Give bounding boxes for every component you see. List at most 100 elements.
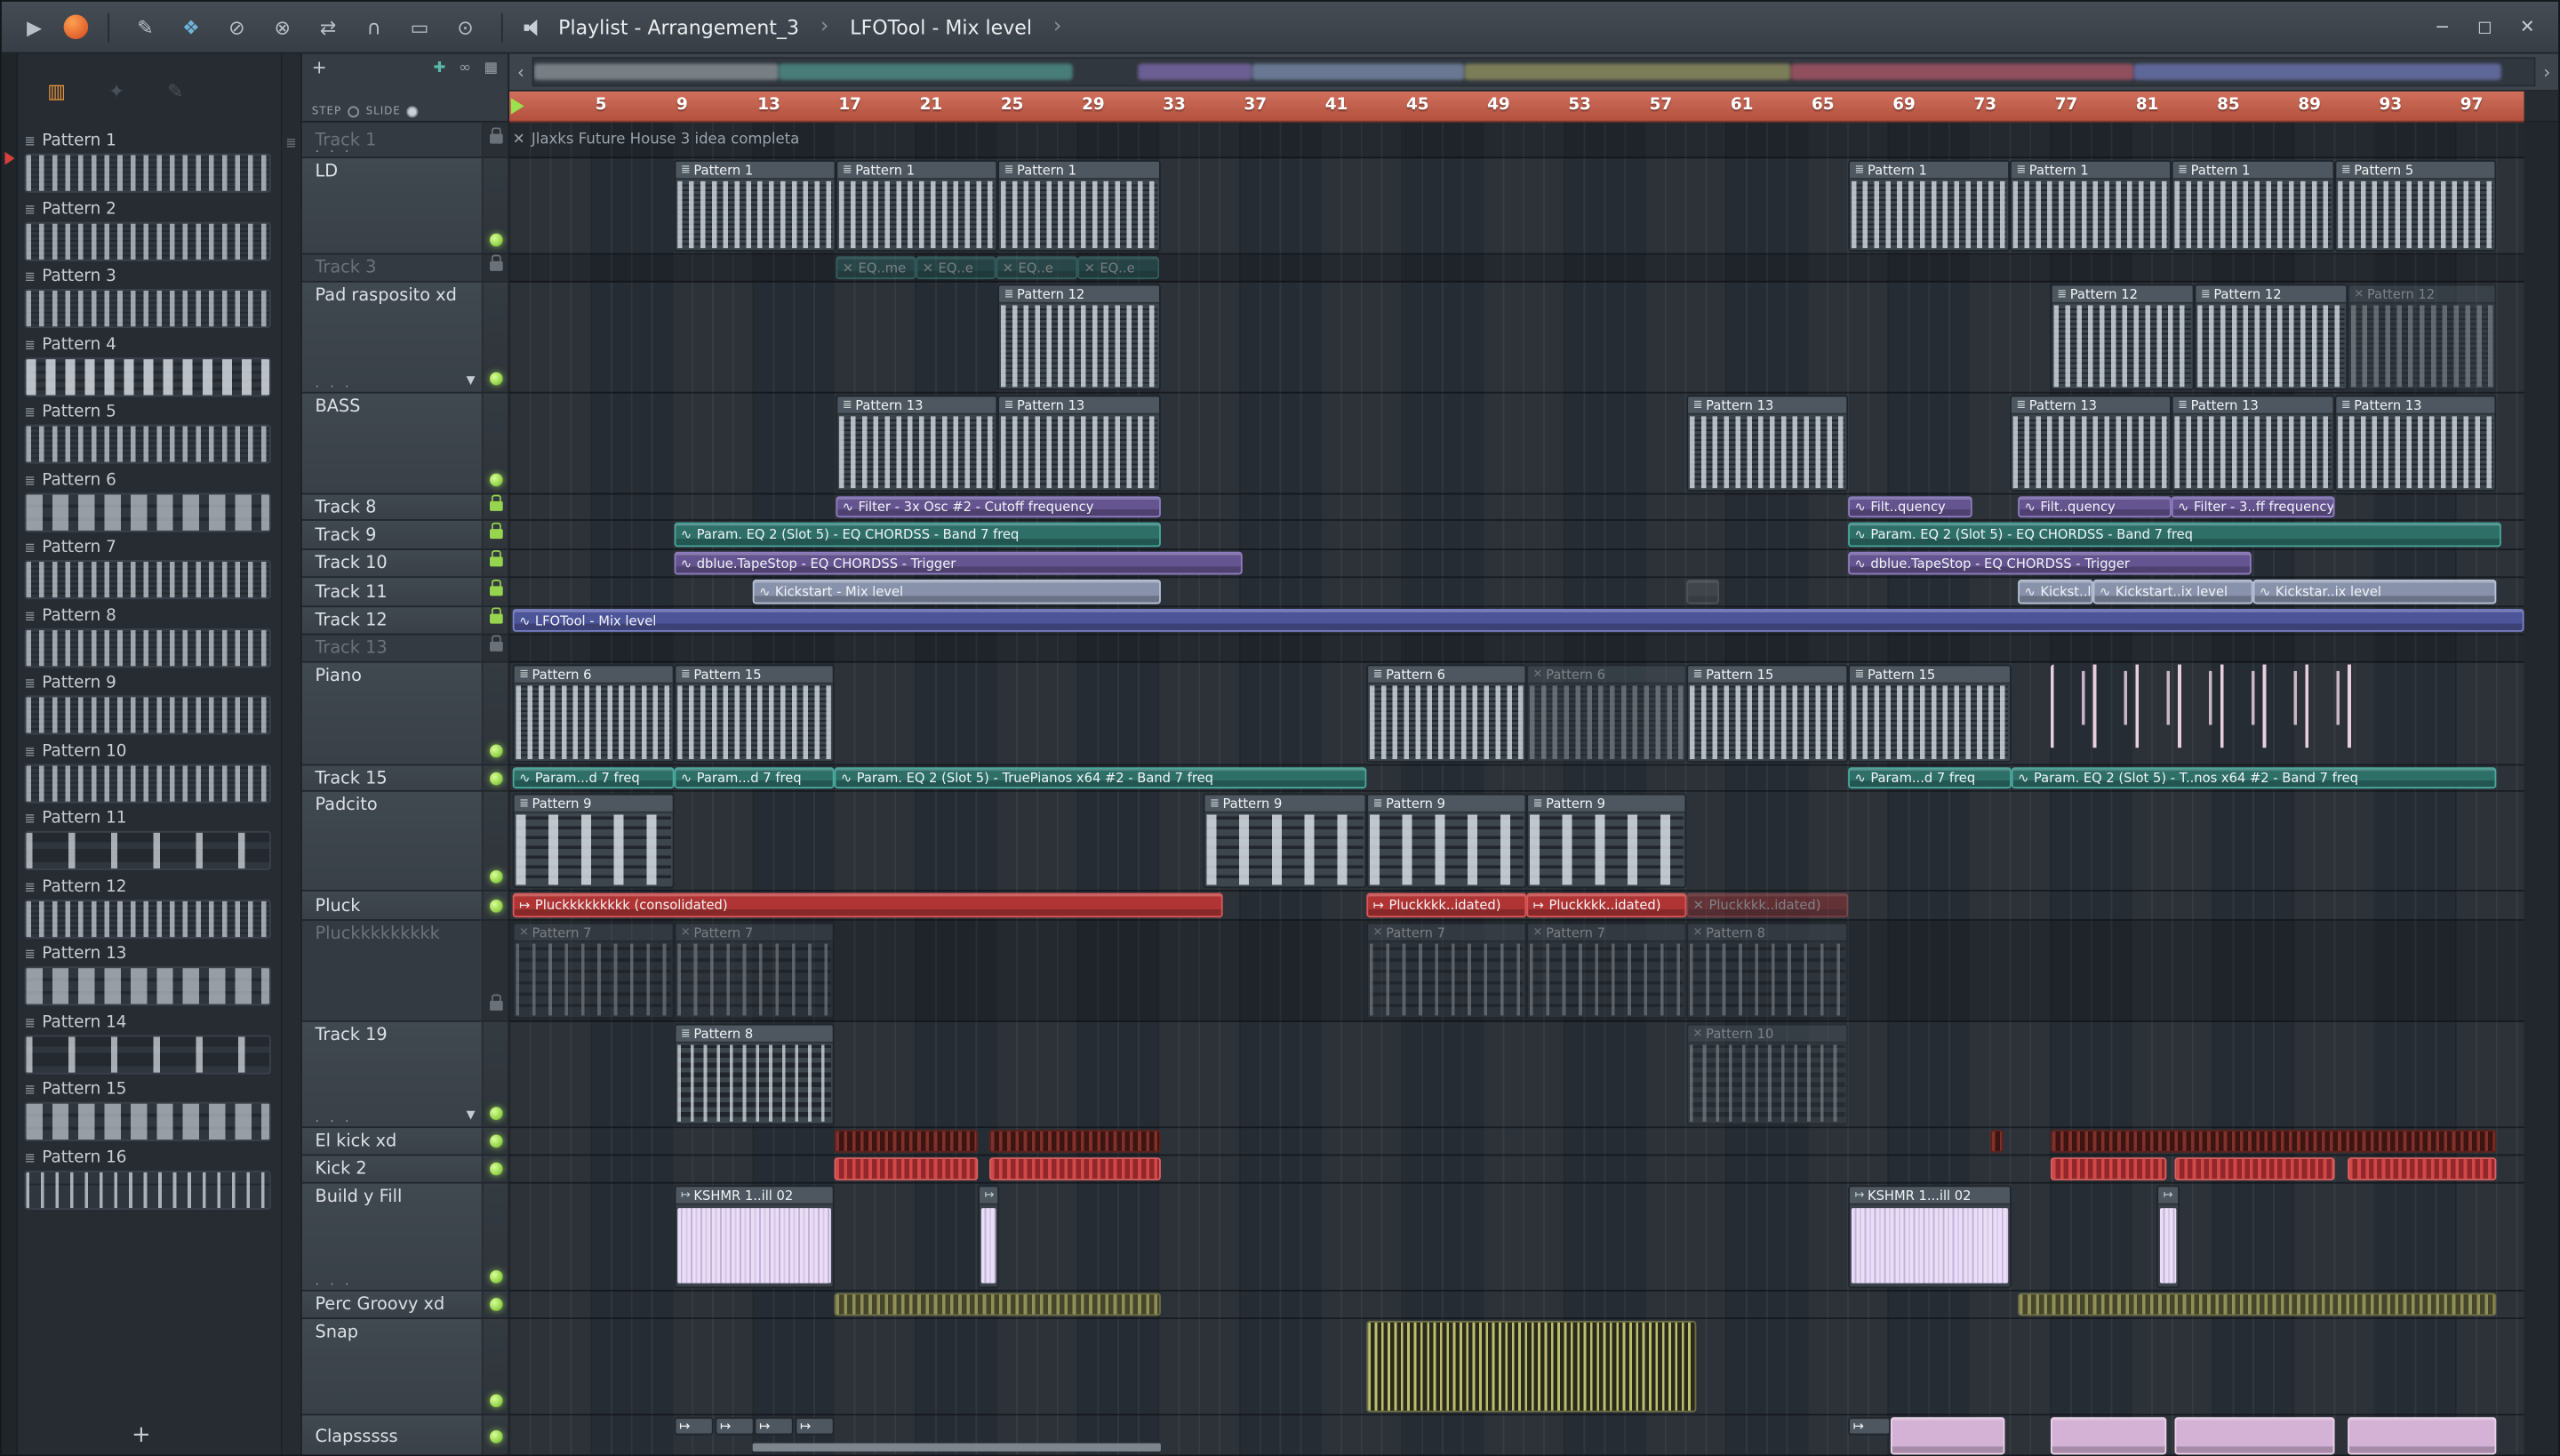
- playlist-lane[interactable]: ✕ Jlaxks Future House 3 idea completa: [509, 122, 2524, 159]
- pattern-clip[interactable]: ≣ Pattern 13: [1686, 395, 1849, 492]
- scrollbar-overview[interactable]: [532, 57, 2536, 87]
- automation-clip[interactable]: ∿ Filt..quency: [2018, 496, 2172, 518]
- tool-magnet-icon[interactable]: ∩: [357, 11, 390, 44]
- track-header[interactable]: Track 9: [301, 520, 508, 550]
- track-lock-icon[interactable]: [489, 521, 502, 539]
- audio-clip[interactable]: [834, 1157, 979, 1180]
- tool-delete-icon[interactable]: ⊘: [220, 11, 253, 44]
- automation-clip[interactable]: ∿ Param...d 7 freq: [512, 767, 675, 789]
- preview-speaker-icon[interactable]: [523, 15, 546, 38]
- picker-divider[interactable]: ≣: [282, 53, 302, 1455]
- add-pattern-button[interactable]: +: [132, 1422, 151, 1448]
- pattern-item[interactable]: ≣ Pattern 6: [18, 468, 281, 535]
- pattern-clip[interactable]: ≣ Pattern 1: [2009, 159, 2172, 252]
- playlist-lane[interactable]: ∿Kickstart - Mix level∿Kickst..level∿Kic…: [509, 578, 2524, 608]
- track-header[interactable]: Perc Groovy xd: [301, 1291, 508, 1320]
- playlist-lane[interactable]: ≣ Pattern 13 ≣ Pattern 13 ≣ Pattern 13 ≣ Patter…: [509, 394, 2524, 495]
- playlist-lane[interactable]: ✕ EQ..me ✕ EQ..e ✕ EQ..e ✕ EQ..e: [509, 254, 2524, 283]
- audio-clip[interactable]: [989, 1157, 1161, 1180]
- audio-clip[interactable]: ↦ Pluckkkk..idated): [1526, 892, 1687, 918]
- tool-paint-icon[interactable]: ❖: [175, 11, 208, 44]
- pattern-clip[interactable]: ✕ Pattern 7: [674, 922, 835, 1020]
- audio-clip[interactable]: [989, 1129, 1161, 1153]
- pattern-item[interactable]: ≣ Pattern 15: [18, 1077, 281, 1145]
- automation-clip[interactable]: ∿ LFOTool - Mix level: [512, 609, 2524, 632]
- audio-clip[interactable]: ✕ Pluckkkk..idated): [1686, 892, 1849, 918]
- track-header[interactable]: Pluck: [301, 891, 508, 921]
- track-lock-icon[interactable]: [489, 549, 502, 567]
- pattern-clip[interactable]: ✕ Pattern 7: [1526, 922, 1687, 1020]
- track-mute-led[interactable]: [489, 899, 502, 912]
- audio-clip[interactable]: ↦: [795, 1417, 835, 1436]
- playlist-grid[interactable]: ✕ Jlaxks Future House 3 idea completa ≣ Pat…: [509, 122, 2524, 1455]
- automation-clip[interactable]: ∿ Filter - 3..ff frequency: [2171, 496, 2335, 518]
- pattern-item[interactable]: ≣ Pattern 16: [18, 1145, 281, 1212]
- pattern-clip[interactable]: ≣ Pattern 9: [512, 793, 675, 889]
- track-mute-led[interactable]: [489, 1134, 502, 1148]
- automation-clip[interactable]: ∿ Filt..quency: [1848, 496, 1972, 518]
- automation-clip[interactable]: ∿ Param. EQ 2 (Slot 5) - TruePianos x64 #…: [834, 767, 1367, 789]
- pattern-item[interactable]: ≣ Pattern 11: [18, 806, 281, 874]
- pattern-item[interactable]: ≣ Pattern 13: [18, 942, 281, 1010]
- track-lock-icon[interactable]: [489, 254, 502, 271]
- track-header[interactable]: Piano: [301, 662, 508, 766]
- audio-clip[interactable]: ↦: [1848, 1417, 1891, 1436]
- pattern-clip[interactable]: ✕ Pattern 7: [512, 922, 675, 1020]
- playlist-lane[interactable]: ↦ KSHMR 1..ill 02 ↦ ↦ KSHMR 1...ill 02 ↦: [509, 1184, 2524, 1292]
- track-mute-led[interactable]: [489, 1429, 502, 1443]
- pattern-clip[interactable]: ✕ Pattern 7: [1366, 922, 1527, 1020]
- audio-clip[interactable]: ↦: [978, 1185, 1000, 1289]
- collapse-arrow-icon[interactable]: ▼: [467, 1108, 476, 1122]
- audio-clip[interactable]: ↦ KSHMR 1...ill 02: [1848, 1185, 2012, 1289]
- playlist-lane[interactable]: ≣ Pattern 8 ✕ Pattern 10: [509, 1022, 2524, 1129]
- pattern-clip[interactable]: [2050, 664, 2361, 763]
- pattern-clip[interactable]: ≣ Pattern 12: [2050, 284, 2195, 390]
- track-header[interactable]: Track 15: [301, 765, 508, 792]
- playlist-lane[interactable]: ≣ Pattern 9 ≣ Pattern 9 ≣ Pattern 9 ≣ Pattern 9: [509, 792, 2524, 892]
- automation-clip[interactable]: ✕ EQ..e: [1077, 256, 1160, 280]
- automation-clip[interactable]: ∿ Kickstart..ix level: [2092, 580, 2253, 604]
- pattern-clip[interactable]: ≣ Pattern 15: [1686, 664, 1849, 763]
- app-logo-icon[interactable]: [63, 14, 89, 40]
- track-header[interactable]: Pluckkkkkkkkk: [301, 920, 508, 1022]
- audio-clip[interactable]: [834, 1129, 979, 1153]
- timeline-ruler[interactable]: 5 9 13 17 21 25 29 33 37 41 45 49 53 57 61 65 69 73 77 81 85…: [509, 91, 2524, 123]
- automation-clip[interactable]: ∿ Param. EQ 2 (Slot 5) - EQ CHORDSS - Ban…: [1848, 522, 2501, 548]
- playlist-lane[interactable]: ∿ Param. EQ 2 (Slot 5) - EQ CHORDSS - Ban…: [509, 521, 2524, 550]
- playlist-lane[interactable]: ≣ Pattern 1 ≣ Pattern 1 ≣ Pattern 1 ≣ Pattern 1…: [509, 158, 2524, 255]
- pattern-clip[interactable]: ≣ Pattern 8: [674, 1023, 835, 1125]
- audio-clip[interactable]: ↦: [674, 1417, 714, 1436]
- playlist-lane[interactable]: [509, 635, 2524, 663]
- pattern-clip[interactable]: ≣ Pattern 1: [836, 159, 998, 252]
- playlist-lane[interactable]: ✕ Pattern 7 ✕ Pattern 7 ✕ Pattern 7 ✕ Pattern 7…: [509, 920, 2524, 1022]
- track-lock-icon[interactable]: [489, 126, 502, 143]
- track-header[interactable]: Track 8: [301, 493, 508, 521]
- track-header[interactable]: BASS: [301, 393, 508, 495]
- track-header[interactable]: El kick xd: [301, 1128, 508, 1156]
- track-mute-led[interactable]: [489, 233, 502, 247]
- add-track-button[interactable]: +: [312, 57, 327, 78]
- automation-clip[interactable]: ✕ EQ..e: [996, 256, 1078, 280]
- track-mute-led[interactable]: [489, 1269, 502, 1284]
- pattern-clip[interactable]: ≣ Pattern 1: [1848, 159, 2010, 252]
- pattern-clip[interactable]: ≣ Pattern 13: [2009, 395, 2172, 492]
- divider-grip-icon[interactable]: ≣: [285, 135, 296, 150]
- audio-clip[interactable]: [2050, 1129, 2497, 1153]
- close-button[interactable]: ✕: [2513, 16, 2542, 37]
- tool-draw-icon[interactable]: ✎: [129, 11, 162, 44]
- audio-clip[interactable]: [2348, 1417, 2497, 1455]
- track-lock-icon[interactable]: [489, 607, 502, 624]
- audio-clip[interactable]: ↦ KSHMR 1..ill 02: [674, 1185, 835, 1289]
- audio-clip[interactable]: [2174, 1417, 2335, 1455]
- audio-clip[interactable]: ↦ Pluckkkkkkkkk (consolidated): [512, 892, 1223, 918]
- track-mute-led[interactable]: [489, 372, 502, 386]
- track-header[interactable]: Snap: [301, 1319, 508, 1416]
- pattern-clip[interactable]: ≣ Pattern 12: [2194, 284, 2348, 390]
- scroll-right-icon[interactable]: ›: [2535, 54, 2558, 90]
- track-header[interactable]: Track 12: [301, 607, 508, 636]
- audio-clip[interactable]: [2174, 1157, 2335, 1180]
- pattern-clip[interactable]: ✕ Pattern 8: [1686, 922, 1849, 1020]
- pattern-item[interactable]: ≣ Pattern 1: [18, 129, 281, 196]
- pattern-clip[interactable]: ≣ Pattern 6: [512, 664, 675, 763]
- track-header[interactable]: Track 10: [301, 549, 508, 579]
